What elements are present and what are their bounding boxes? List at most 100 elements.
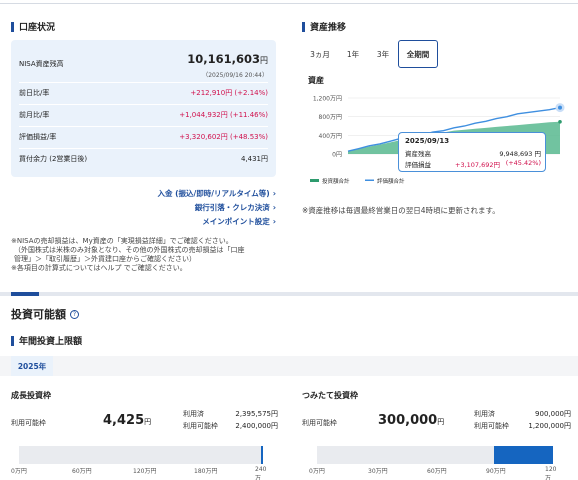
account-row-label: 前日比/率 <box>19 89 50 97</box>
axis-tick-label: 120万円 <box>545 466 557 480</box>
trend-footnote: ※資産推移は毎週最終営業日の翌日4時頃に更新されます。 <box>302 206 500 215</box>
highlight-point <box>558 105 562 110</box>
account-row: 前日比/率 +212,910円 (+2.14%) <box>19 88 268 102</box>
axis-tick-label: 120万円 <box>133 468 157 475</box>
balance-label: NISA資産残高 <box>19 60 64 68</box>
tab-3years[interactable]: 3年 <box>368 40 398 68</box>
account-row-label: 買付余力 (2営業日後) <box>19 155 88 163</box>
account-row-value: 4,431円 <box>240 155 268 163</box>
year-tab-band <box>0 356 578 376</box>
growth-available-number: 4,425 <box>103 413 145 428</box>
row-divider <box>19 82 268 83</box>
growth-used-label: 利用済 <box>183 410 204 418</box>
account-row-label: 評価損益/率 <box>19 133 57 141</box>
legend-label-valuation: 評価額合計 <box>377 177 405 185</box>
tsumitate-limit-label: 利用可能枠 <box>474 422 509 430</box>
chevron-right-icon: › <box>272 217 276 226</box>
chevron-right-icon: › <box>272 203 276 212</box>
section-divider <box>0 292 578 296</box>
section-marker <box>11 21 14 32</box>
legend-swatch-invested <box>310 179 319 182</box>
investment-title-text: 投資可能額 <box>11 308 66 321</box>
axis-tick-label: 0万円 <box>11 468 27 475</box>
axis-tick-label: 0万円 <box>309 468 325 475</box>
note-line: （外国株式は米株のみ対象となり、その他の外国株式の売却損益は「口座 <box>14 246 245 254</box>
note-line: 管理」＞「取引履歴」＞外貨建口座からご確認ください） <box>14 255 196 263</box>
account-row-value: +3,320,602円 (+48.53%) <box>179 133 268 141</box>
growth-used-value: 2,395,575円 <box>235 410 278 418</box>
y-axis-title: 資産 <box>308 75 324 85</box>
tsumitate-limit-value: 1,200,000円 <box>528 422 571 430</box>
y-tick-label: 400万円 <box>319 133 342 140</box>
deposit-link[interactable]: 入金 (振込/即時/リアルタイム等) › <box>157 188 276 199</box>
growth-available-unit: 円 <box>144 418 152 426</box>
tab-3months[interactable]: 3ヵ月 <box>302 40 338 68</box>
tooltip-value: +3,107,692円 <box>455 161 501 169</box>
balance-row: NISA資産残高 10,161,603円 （2025/09/16 20:44） <box>19 52 268 80</box>
tooltip-date: 2025/09/13 <box>405 137 450 145</box>
chart-tooltip: 2025/09/13 資産残高 9,948,693 円 評価損益 +3,107,… <box>398 132 546 172</box>
growth-axis: 0万円 60万円 120万円 180万円 240万円 <box>11 466 266 480</box>
account-title: 口座状況 <box>19 23 56 33</box>
tooltip-row: 資産残高 9,948,693 円 <box>405 148 541 158</box>
section-divider-accent <box>11 292 39 296</box>
account-row: 前月比/率 +1,044,932円 (+11.46%) <box>19 110 268 124</box>
deposit-link-label: 入金 (振込/即時/リアルタイム等) <box>157 189 270 198</box>
balance-unit: 円 <box>260 56 268 65</box>
row-divider <box>19 126 268 127</box>
tsumitate-available-label: 利用可能枠 <box>302 419 337 427</box>
account-row: 買付余力 (2営業日後) 4,431円 <box>19 154 268 168</box>
balance-timestamp: （2025/09/16 20:44） <box>202 72 268 79</box>
growth-quota-title: 成長投資枠 <box>11 391 51 400</box>
growth-available-value: 4,425円 <box>103 413 151 428</box>
tsumitate-quota-title: つみたて投資枠 <box>302 391 358 400</box>
tooltip-row: 評価損益 +3,107,692円 (+45.42%) <box>405 159 541 169</box>
tsumitate-used-value: 900,000円 <box>535 410 571 418</box>
account-section-title: 口座状況 <box>11 20 55 33</box>
tsumitate-usage-bar <box>317 446 553 464</box>
trend-section-title: 資産推移 <box>302 20 346 33</box>
growth-usage-fill <box>19 446 261 464</box>
axis-tick-label: 60万円 <box>427 468 447 475</box>
tsumitate-available-value: 300,000円 <box>378 413 444 428</box>
tooltip-extra: (+45.42%) <box>505 159 541 167</box>
legend-swatch-valuation <box>365 179 374 181</box>
main-point-link[interactable]: メインポイント設定 › <box>202 216 276 227</box>
help-icon[interactable]: ? <box>70 309 79 319</box>
period-tabs: 3ヵ月 1年 3年 全期間 <box>302 40 570 68</box>
growth-usage-bar <box>19 446 263 464</box>
tsumitate-usage-fill <box>494 446 553 464</box>
annual-limit-title-text: 年間投資上限額 <box>19 337 83 347</box>
account-row: 評価損益/率 +3,320,602円 (+48.53%) <box>19 132 268 146</box>
investment-title: 投資可能額 ? <box>11 306 79 322</box>
row-divider <box>19 148 268 149</box>
tsumitate-available-unit: 円 <box>437 418 445 426</box>
account-row-label: 前月比/率 <box>19 111 50 119</box>
tooltip-label: 資産残高 <box>405 150 431 158</box>
tsumitate-available-number: 300,000 <box>378 413 438 428</box>
tab-all-period[interactable]: 全期間 <box>398 40 438 68</box>
top-rule <box>0 0 578 4</box>
axis-tick-label: 180万円 <box>194 468 218 475</box>
legend-label-invested: 投資額合計 <box>322 177 350 185</box>
bank-debit-link[interactable]: 銀行引落・クレカ決済 › <box>195 202 276 213</box>
bank-debit-link-label: 銀行引落・クレカ決済 <box>194 203 270 212</box>
tooltip-value: 9,948,693 円 <box>499 150 541 158</box>
year-tab-2025[interactable]: 2025年 <box>11 356 53 376</box>
axis-tick-label: 30万円 <box>368 468 388 475</box>
y-tick-label: 800万円 <box>319 114 342 121</box>
y-tick-label: 0円 <box>332 152 342 159</box>
main-point-link-label: メインポイント設定 <box>202 217 270 226</box>
account-row-value: +212,910円 (+2.14%) <box>190 89 268 97</box>
growth-usage-marker <box>261 446 263 464</box>
account-panel: NISA資産残高 10,161,603円 （2025/09/16 20:44） … <box>11 40 276 177</box>
axis-tick-label: 60万円 <box>72 468 92 475</box>
trend-title: 資産推移 <box>310 23 347 33</box>
highlight-point-invested <box>558 120 562 124</box>
tsumitate-axis: 0万円 30万円 60万円 90万円 120万円 <box>309 466 556 480</box>
note-line: ※各項目の計算式についてはヘルプ でご確認ください。 <box>11 264 187 272</box>
tab-1year[interactable]: 1年 <box>338 40 368 68</box>
axis-tick-label: 240万円 <box>255 466 267 480</box>
chevron-right-icon: › <box>272 189 276 198</box>
tsumitate-used-label: 利用済 <box>474 410 495 418</box>
